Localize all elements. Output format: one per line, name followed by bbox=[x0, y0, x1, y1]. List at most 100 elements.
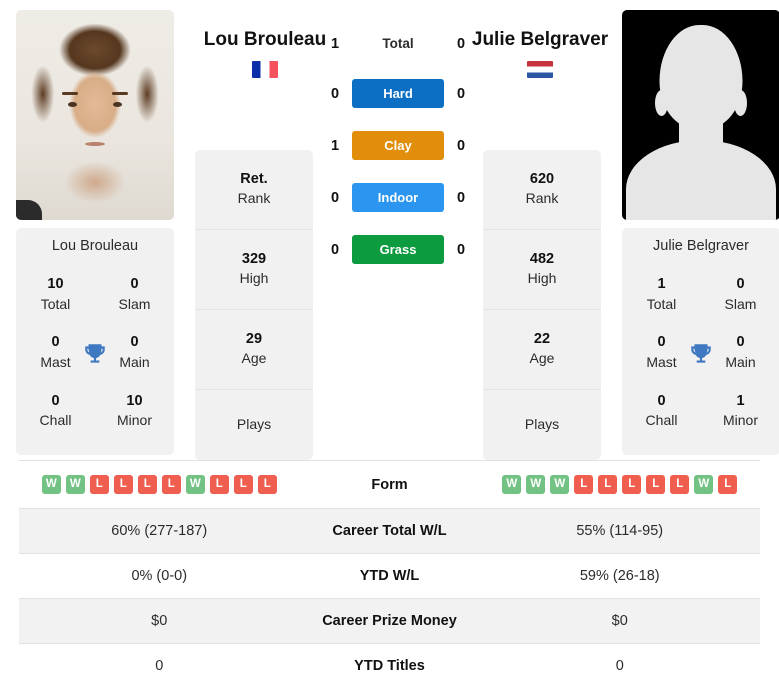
form-chip-loss[interactable]: L bbox=[233, 475, 253, 494]
form-chip-win[interactable]: W bbox=[550, 475, 570, 494]
trophy-icon bbox=[85, 343, 105, 363]
form-chip-loss[interactable]: L bbox=[137, 475, 157, 494]
surface-badge-clay[interactable]: Clay bbox=[352, 131, 444, 160]
head-to-head-comparison: Lou Brouleau Julie Belgraver Lou Broulea… bbox=[0, 0, 779, 461]
titles-slam: 0 Slam bbox=[118, 276, 151, 312]
form-chip-loss[interactable]: L bbox=[209, 475, 229, 494]
netherlands-flag-icon bbox=[527, 60, 553, 78]
titles-total: 10 Total bbox=[40, 276, 71, 312]
titles-chall: 0 Chall bbox=[645, 392, 678, 429]
rank-row-rank: Ret. Rank bbox=[195, 150, 313, 230]
player-left-card-name: Lou Brouleau bbox=[51, 238, 139, 254]
form-chip-win[interactable]: W bbox=[65, 475, 85, 494]
player-left-rank-card: Ret. Rank 329 High 29 Age Plays bbox=[195, 150, 313, 461]
titles-grid: 1 Total 0 Slam 0 Mast 0 Main 0 Chall 1 M… bbox=[622, 266, 779, 441]
form-chip-loss[interactable]: L bbox=[574, 475, 594, 494]
silhouette-ear-left bbox=[655, 89, 669, 116]
shoulder-shadow bbox=[16, 200, 42, 220]
score-right: 0 bbox=[456, 137, 466, 154]
eyebrow-right bbox=[112, 91, 129, 95]
ytd-wl-right: 59% (26-18) bbox=[579, 568, 660, 584]
form-chip-loss[interactable]: L bbox=[670, 475, 690, 494]
player-left-name: Lou Brouleau bbox=[203, 29, 327, 50]
player-left-titles-card: Lou Brouleau 10 Total 0 Slam 0 Mast 0 Ma… bbox=[16, 228, 174, 456]
rank-row-age: 29 Age bbox=[195, 310, 313, 390]
ytd-wl-left: 0% (0-0) bbox=[131, 568, 188, 584]
career-total-wl-right: 55% (114-95) bbox=[576, 523, 664, 539]
surface-badge-indoor[interactable]: Indoor bbox=[352, 183, 444, 212]
surface-label-total: Total bbox=[382, 36, 414, 51]
surface-badge-grass[interactable]: Grass bbox=[352, 235, 444, 264]
form-chip-win[interactable]: W bbox=[526, 475, 546, 494]
score-left: 0 bbox=[330, 241, 340, 258]
stat-label-career-total-wl: Career Total W/L bbox=[332, 523, 447, 539]
rank-row-high: 482 High bbox=[483, 230, 601, 310]
career-prize-money-left: $0 bbox=[151, 613, 168, 629]
player-right-column: Julie Belgraver 1 Total 0 Slam 0 Mast 0 … bbox=[621, 10, 779, 456]
player-right-titles-card: Julie Belgraver 1 Total 0 Slam 0 Mast 0 … bbox=[622, 228, 779, 456]
table-row-ytd-titles: 0 YTD Titles 0 bbox=[19, 643, 760, 689]
rank-row-age: 22 Age bbox=[483, 310, 601, 390]
form-chip-loss[interactable]: L bbox=[718, 475, 738, 494]
placeholder-avatar-icon bbox=[622, 10, 779, 220]
table-row-form: WWLLLLWLLL Form WWWLLLLLWL bbox=[19, 460, 761, 509]
form-chip-loss[interactable]: L bbox=[89, 475, 109, 494]
titles-minor: 10 Minor bbox=[116, 392, 152, 429]
surface-badge-hard[interactable]: Hard bbox=[352, 79, 444, 108]
score-left: 0 bbox=[330, 189, 340, 206]
france-flag-icon bbox=[252, 60, 278, 78]
surface-row-hard: 0 Hard 0 bbox=[313, 79, 483, 108]
form-chip-loss[interactable]: L bbox=[257, 475, 277, 494]
score-left: 0 bbox=[330, 85, 340, 102]
surface-row-grass: 0 Grass 0 bbox=[313, 235, 483, 264]
stat-label-ytd-titles: YTD Titles bbox=[354, 658, 425, 674]
form-chip-loss[interactable]: L bbox=[161, 475, 181, 494]
eye-left bbox=[68, 102, 78, 108]
rank-row-rank: 620 Rank bbox=[483, 150, 601, 230]
form-chip-loss[interactable]: L bbox=[598, 475, 618, 494]
form-chip-loss[interactable]: L bbox=[113, 475, 133, 494]
player-left-photo[interactable] bbox=[16, 10, 174, 220]
player-left-column: Lou Brouleau 10 Total 0 Slam 0 Mast 0 Ma… bbox=[15, 10, 175, 456]
career-prize-money-right: $0 bbox=[611, 613, 628, 629]
mouth bbox=[85, 142, 105, 147]
player-right-headline: Julie Belgraver bbox=[455, 28, 625, 78]
silhouette-head bbox=[659, 24, 743, 129]
score-right: 0 bbox=[456, 189, 466, 206]
score-right: 0 bbox=[456, 85, 466, 102]
form-strip-right: WWWLLLLLWL bbox=[480, 475, 761, 494]
form-chip-win[interactable]: W bbox=[185, 475, 205, 494]
stat-label-career-prize-money: Career Prize Money bbox=[322, 613, 457, 629]
form-chip-win[interactable]: W bbox=[694, 475, 714, 494]
form-chip-loss[interactable]: L bbox=[622, 475, 642, 494]
rank-row-plays: Plays bbox=[236, 415, 272, 432]
form-strip-left: WWLLLLWLLL bbox=[19, 475, 300, 494]
comparison-panels: Lou Brouleau 10 Total 0 Slam 0 Mast 0 Ma… bbox=[0, 0, 779, 461]
titles-grid: 10 Total 0 Slam 0 Mast 0 Main 0 Chall 10… bbox=[16, 266, 174, 441]
table-row-career-total-wl: 60% (277-187) Career Total W/L 55% (114-… bbox=[19, 508, 760, 554]
trophy-icon bbox=[691, 343, 711, 363]
titles-minor: 1 Minor bbox=[722, 392, 758, 429]
form-chip-win[interactable]: W bbox=[502, 475, 522, 494]
titles-total: 1 Total bbox=[646, 276, 677, 312]
eyebrow-left bbox=[61, 91, 78, 95]
player-right-name: Julie Belgraver bbox=[471, 29, 609, 50]
surface-row-clay: 1 Clay 0 bbox=[313, 131, 483, 160]
rank-row-plays: Plays bbox=[524, 415, 560, 432]
table-row-career-prize-money: $0 Career Prize Money $0 bbox=[19, 598, 760, 644]
form-right-cell: WWWLLLLLWL bbox=[480, 461, 761, 509]
form-chip-loss[interactable]: L bbox=[646, 475, 666, 494]
form-chip-win[interactable]: W bbox=[41, 475, 61, 494]
score-right: 0 bbox=[456, 241, 466, 258]
stat-label-form: Form bbox=[371, 476, 408, 493]
eye-right bbox=[112, 102, 122, 108]
stat-label-ytd-wl: YTD W/L bbox=[359, 568, 420, 584]
player-left-headline: Lou Brouleau bbox=[180, 28, 350, 78]
player-right-photo[interactable] bbox=[622, 10, 779, 220]
form-left-cell: WWLLLLWLLL bbox=[19, 461, 300, 509]
career-total-wl-left: 60% (277-187) bbox=[111, 523, 208, 539]
player-right-rank-card: 620 Rank 482 High 22 Age Plays bbox=[483, 150, 601, 461]
titles-chall: 0 Chall bbox=[39, 392, 72, 429]
ytd-titles-left: 0 bbox=[155, 658, 164, 674]
titles-slam: 0 Slam bbox=[724, 276, 757, 312]
